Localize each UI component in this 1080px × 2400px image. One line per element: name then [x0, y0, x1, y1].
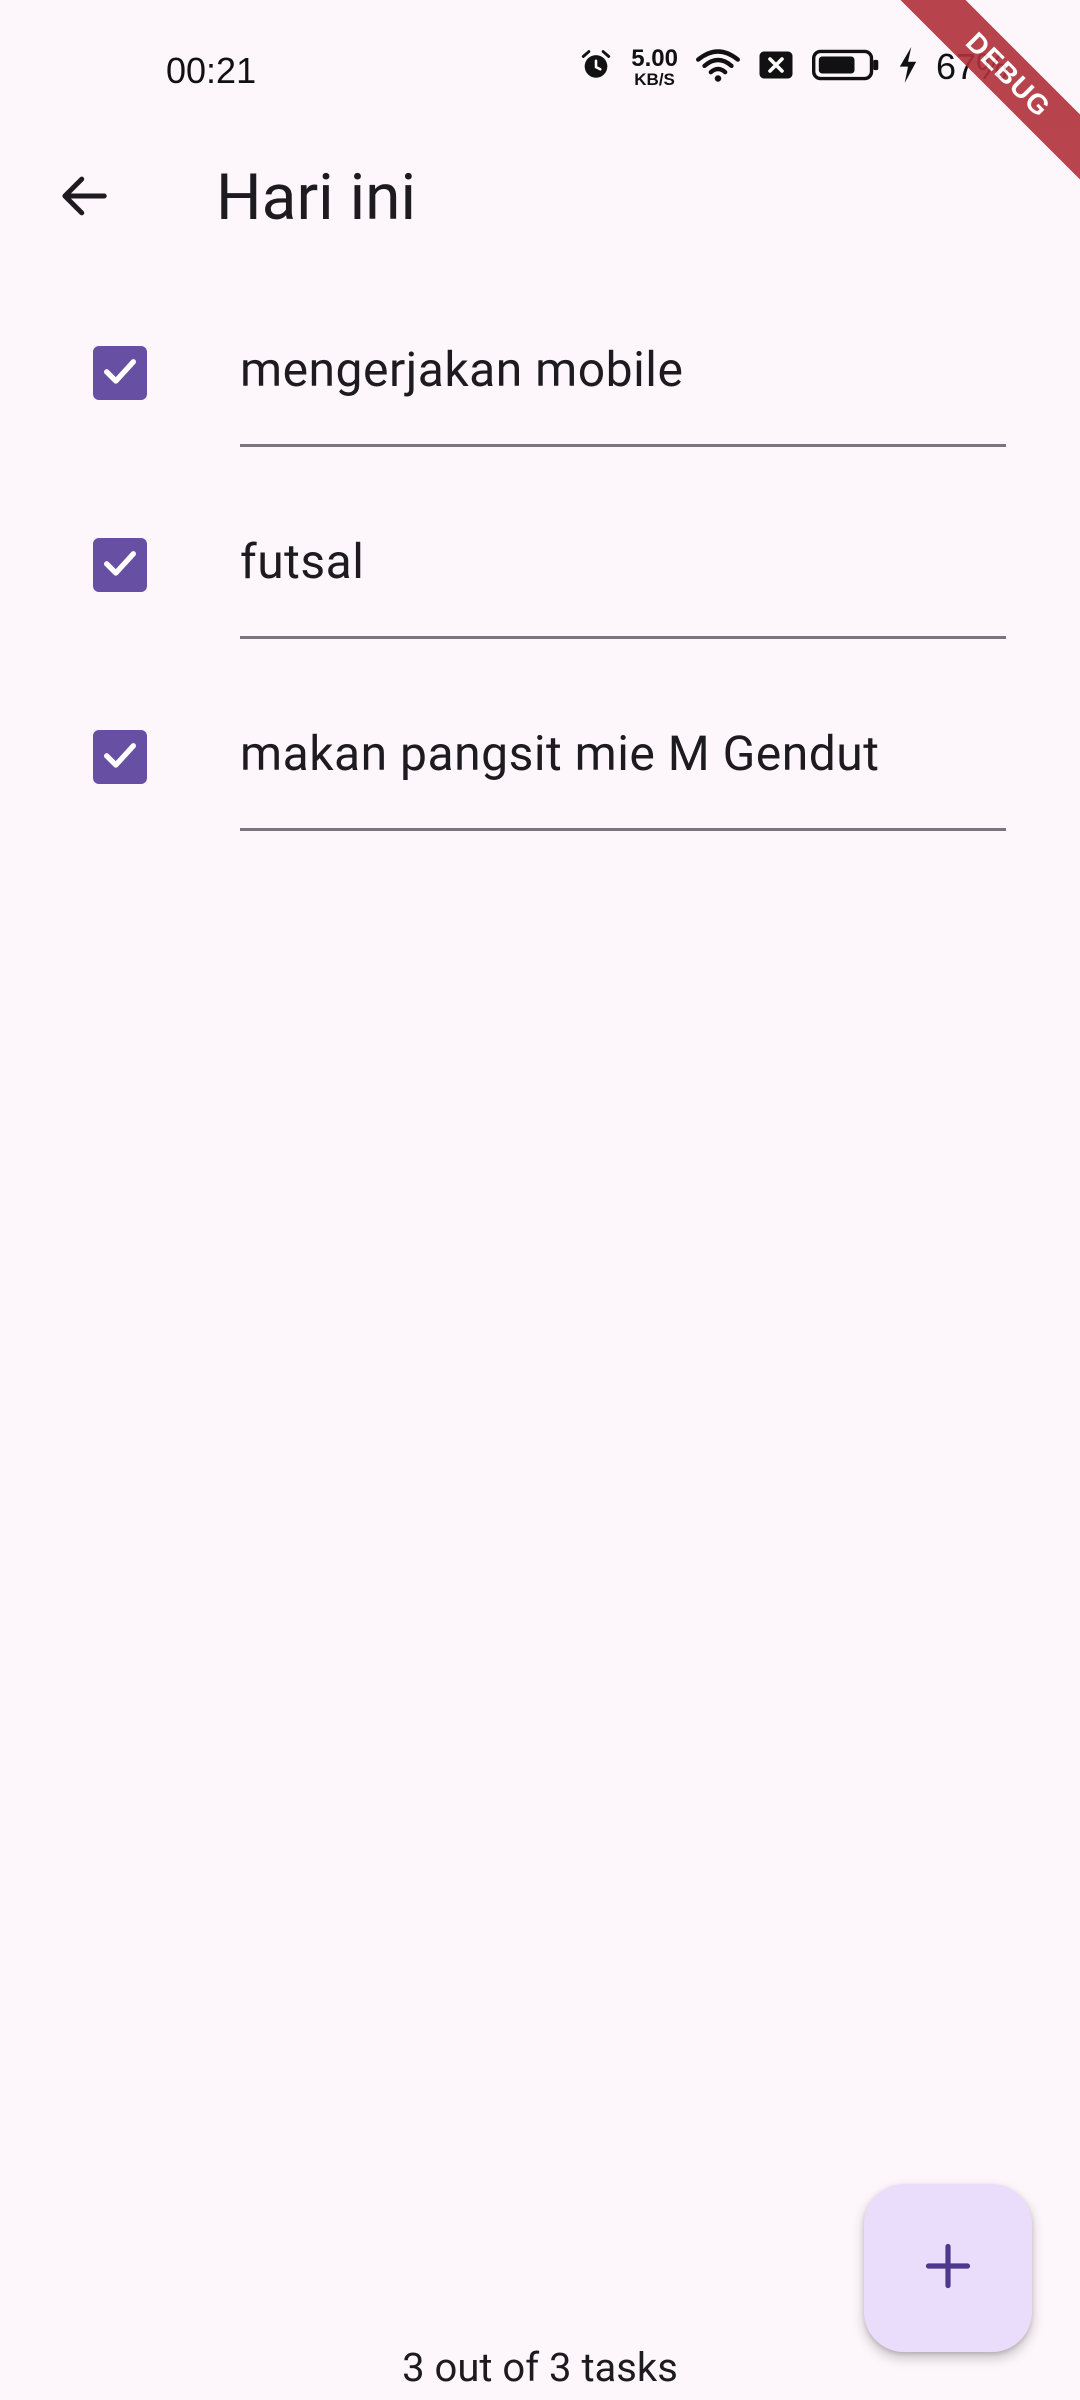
task-item: futsal	[0, 492, 1080, 684]
task-checkbox[interactable]	[93, 346, 147, 400]
net-speed: 5.00 KB/S	[631, 44, 678, 89]
checkmark-icon	[100, 351, 140, 395]
wifi-icon	[695, 47, 740, 88]
sim-off-icon	[758, 49, 794, 86]
task-checkbox[interactable]	[93, 538, 147, 592]
status-bar: 00:21 5.00 KB/S 67%	[0, 0, 1080, 140]
task-count-summary: 3 out of 3 tasks	[402, 2344, 678, 2391]
task-text-field[interactable]: makan pangsit mie M Gendut	[240, 704, 1006, 831]
battery-icon	[811, 48, 880, 87]
checkmark-icon	[100, 735, 140, 779]
status-time: 00:21	[166, 50, 257, 91]
status-icons: 5.00 KB/S 67%	[579, 46, 1008, 88]
task-label: futsal	[240, 533, 365, 590]
page-title: Hari ini	[216, 160, 417, 235]
arrow-back-icon	[57, 169, 111, 227]
alarm-icon	[579, 48, 613, 87]
plus-icon	[922, 2240, 974, 2296]
checkmark-icon	[100, 543, 140, 587]
battery-percent: 67%	[935, 46, 1008, 87]
net-speed-unit: KB/S	[634, 69, 675, 89]
task-list: mengerjakan mobile futsal makan pangsit …	[0, 300, 1080, 876]
charging-icon	[898, 46, 918, 88]
task-text-field[interactable]: futsal	[240, 512, 1006, 639]
back-button[interactable]	[36, 150, 132, 246]
task-checkbox[interactable]	[93, 730, 147, 784]
task-item: mengerjakan mobile	[0, 300, 1080, 492]
app-bar: Hari ini	[0, 140, 1080, 250]
task-item: makan pangsit mie M Gendut	[0, 684, 1080, 876]
task-label: mengerjakan mobile	[240, 341, 684, 398]
task-label: makan pangsit mie M Gendut	[240, 725, 880, 782]
net-speed-value: 5.00	[631, 44, 678, 72]
add-task-button[interactable]	[864, 2184, 1032, 2352]
task-text-field[interactable]: mengerjakan mobile	[240, 320, 1006, 447]
